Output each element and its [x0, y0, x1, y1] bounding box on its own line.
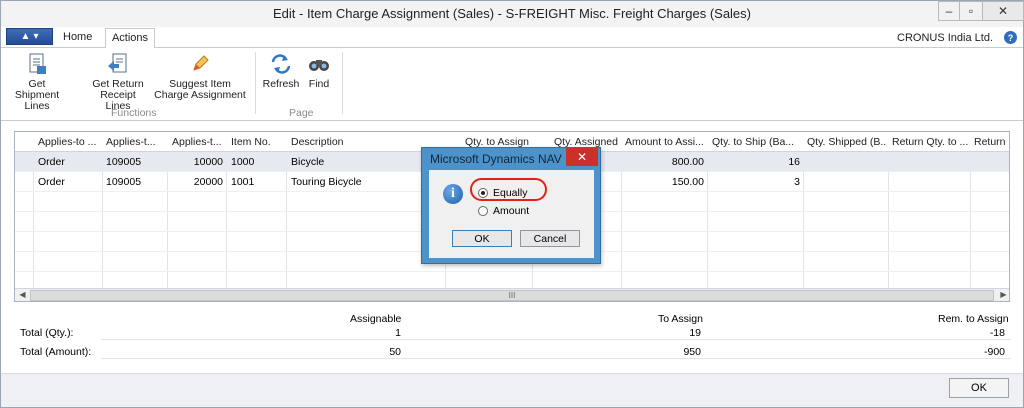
total-qty-to-assign: 19 [689, 327, 701, 339]
application-menu-button[interactable]: ▲ ▾ [6, 28, 53, 45]
main-window: Edit - Item Charge Assignment (Sales) - … [0, 0, 1024, 408]
dialog-cancel-button[interactable]: Cancel [520, 230, 580, 247]
group-label-functions: Functions [111, 107, 157, 119]
column-header[interactable]: Item No. [231, 136, 285, 148]
column-header[interactable]: Applies-t... [172, 136, 225, 148]
total-amount-rem-to-assign: -900 [983, 346, 1005, 358]
close-window-button[interactable]: ✕ [982, 1, 1024, 21]
dialog-close-button[interactable]: ✕ [566, 148, 598, 166]
ribbon-group-separator [255, 52, 256, 114]
column-header[interactable]: Return C [974, 136, 1009, 148]
return-receipt-icon [108, 53, 127, 73]
tab-actions[interactable]: Actions [105, 28, 155, 49]
suggest-pencil-icon [193, 55, 209, 71]
cell-doc-no: 109005 [106, 156, 142, 168]
horizontal-scrollbar[interactable]: ◀ III ▶ [15, 288, 1009, 301]
cell-doc-no: 109005 [106, 176, 142, 188]
document-lines-icon [29, 53, 46, 74]
total-amount-to-assign: 950 [683, 346, 701, 358]
column-header[interactable]: Return Qty. to ... [892, 136, 968, 148]
ribbon: Get Shipment Lines Get Return Receipt Li… [1, 48, 1023, 121]
cell-doc-type: Order [38, 156, 65, 168]
help-icon[interactable]: ? [1004, 31, 1017, 44]
cell-qty-to-ship: 3 [794, 176, 800, 188]
option-equally[interactable]: Equally [478, 187, 527, 199]
distribution-dialog: Microsoft Dynamics NAV ✕ i Equally Amoun… [421, 147, 601, 264]
refresh-icon [271, 54, 291, 74]
app-menu-icon: ▲ [20, 31, 31, 42]
suggest-item-charge-assignment-label: Suggest Item Charge Assignment [154, 78, 246, 101]
cell-qty-to-ship: 16 [788, 156, 800, 168]
dialog-title: Microsoft Dynamics NAV [430, 152, 562, 166]
radio-unselected-icon[interactable] [478, 206, 488, 216]
get-shipment-lines-label: Get Shipment Lines [14, 78, 60, 112]
cell-description: Touring Bicycle [291, 176, 362, 188]
window-title: Edit - Item Charge Assignment (Sales) - … [272, 6, 751, 21]
column-header[interactable]: Amount to Assi... [625, 136, 705, 148]
cell-description: Bicycle [291, 156, 325, 168]
total-qty-rem-to-assign: -18 [989, 327, 1005, 339]
maximize-button[interactable]: ▫ [959, 1, 983, 21]
tab-home[interactable]: Home [63, 31, 92, 48]
option-amount-label: Amount [493, 205, 530, 217]
column-header[interactable]: Applies-to ... [38, 136, 100, 148]
column-header[interactable]: Description [291, 136, 441, 148]
company-name: CRONUS India Ltd. [897, 32, 993, 44]
total-amount-assignable: 50 [389, 346, 401, 358]
group-label-page: Page [289, 107, 314, 119]
cell-amount-to-assign: 800.00 [671, 156, 704, 168]
suggest-item-charge-assignment-button[interactable]: Suggest Item Charge Assignment [151, 52, 249, 101]
column-header[interactable]: Applies-t... [106, 136, 166, 148]
cell-doc-type: Order [38, 176, 65, 188]
total-amount-label: Total (Amount): [20, 346, 92, 358]
dialog-ok-button[interactable]: OK [452, 230, 512, 247]
find-button[interactable]: Find [303, 52, 335, 90]
information-icon: i [443, 184, 463, 204]
option-amount[interactable]: Amount [478, 205, 529, 217]
title-bar: Edit - Item Charge Assignment (Sales) - … [1, 1, 1024, 27]
total-qty-label: Total (Qty.): [20, 327, 74, 339]
to-assign-header: To Assign [658, 313, 703, 325]
refresh-label: Refresh [262, 78, 300, 90]
cell-line-no: 20000 [193, 176, 223, 188]
get-return-receipt-lines-button[interactable]: Get Return Receipt Lines [87, 52, 149, 112]
option-equally-label: Equally [493, 187, 528, 199]
cell-item-no: 1001 [231, 176, 255, 188]
bottom-bar [1, 373, 1023, 407]
get-shipment-lines-button[interactable]: Get Shipment Lines [13, 52, 61, 112]
radio-selected-icon[interactable] [478, 188, 488, 198]
rem-to-assign-header: Rem. to Assign [938, 313, 1009, 325]
dialog-body: i Equally Amount OK Cancel [429, 170, 594, 258]
cell-line-no: 10000 [193, 156, 223, 168]
chevron-down-icon: ▾ [33, 31, 39, 42]
cell-amount-to-assign: 150.00 [671, 176, 704, 188]
binoculars-icon [309, 60, 329, 71]
total-qty-assignable: 1 [395, 327, 401, 339]
scroll-right-icon[interactable]: ▶ [997, 290, 1009, 301]
minimize-button[interactable]: – [938, 1, 960, 21]
column-header[interactable]: Qty. to Ship (Ba... [712, 136, 801, 148]
scroll-left-icon[interactable]: ◀ [16, 290, 29, 301]
ribbon-group-separator [342, 52, 343, 114]
assignable-header: Assignable [350, 313, 402, 325]
scrollbar-thumb[interactable]: III [30, 290, 994, 301]
ok-button[interactable]: OK [949, 378, 1009, 398]
column-header[interactable]: Qty. Shipped (B... [807, 136, 887, 148]
cell-item-no: 1000 [231, 156, 255, 168]
refresh-button[interactable]: Refresh [262, 52, 300, 90]
find-label: Find [308, 78, 330, 90]
